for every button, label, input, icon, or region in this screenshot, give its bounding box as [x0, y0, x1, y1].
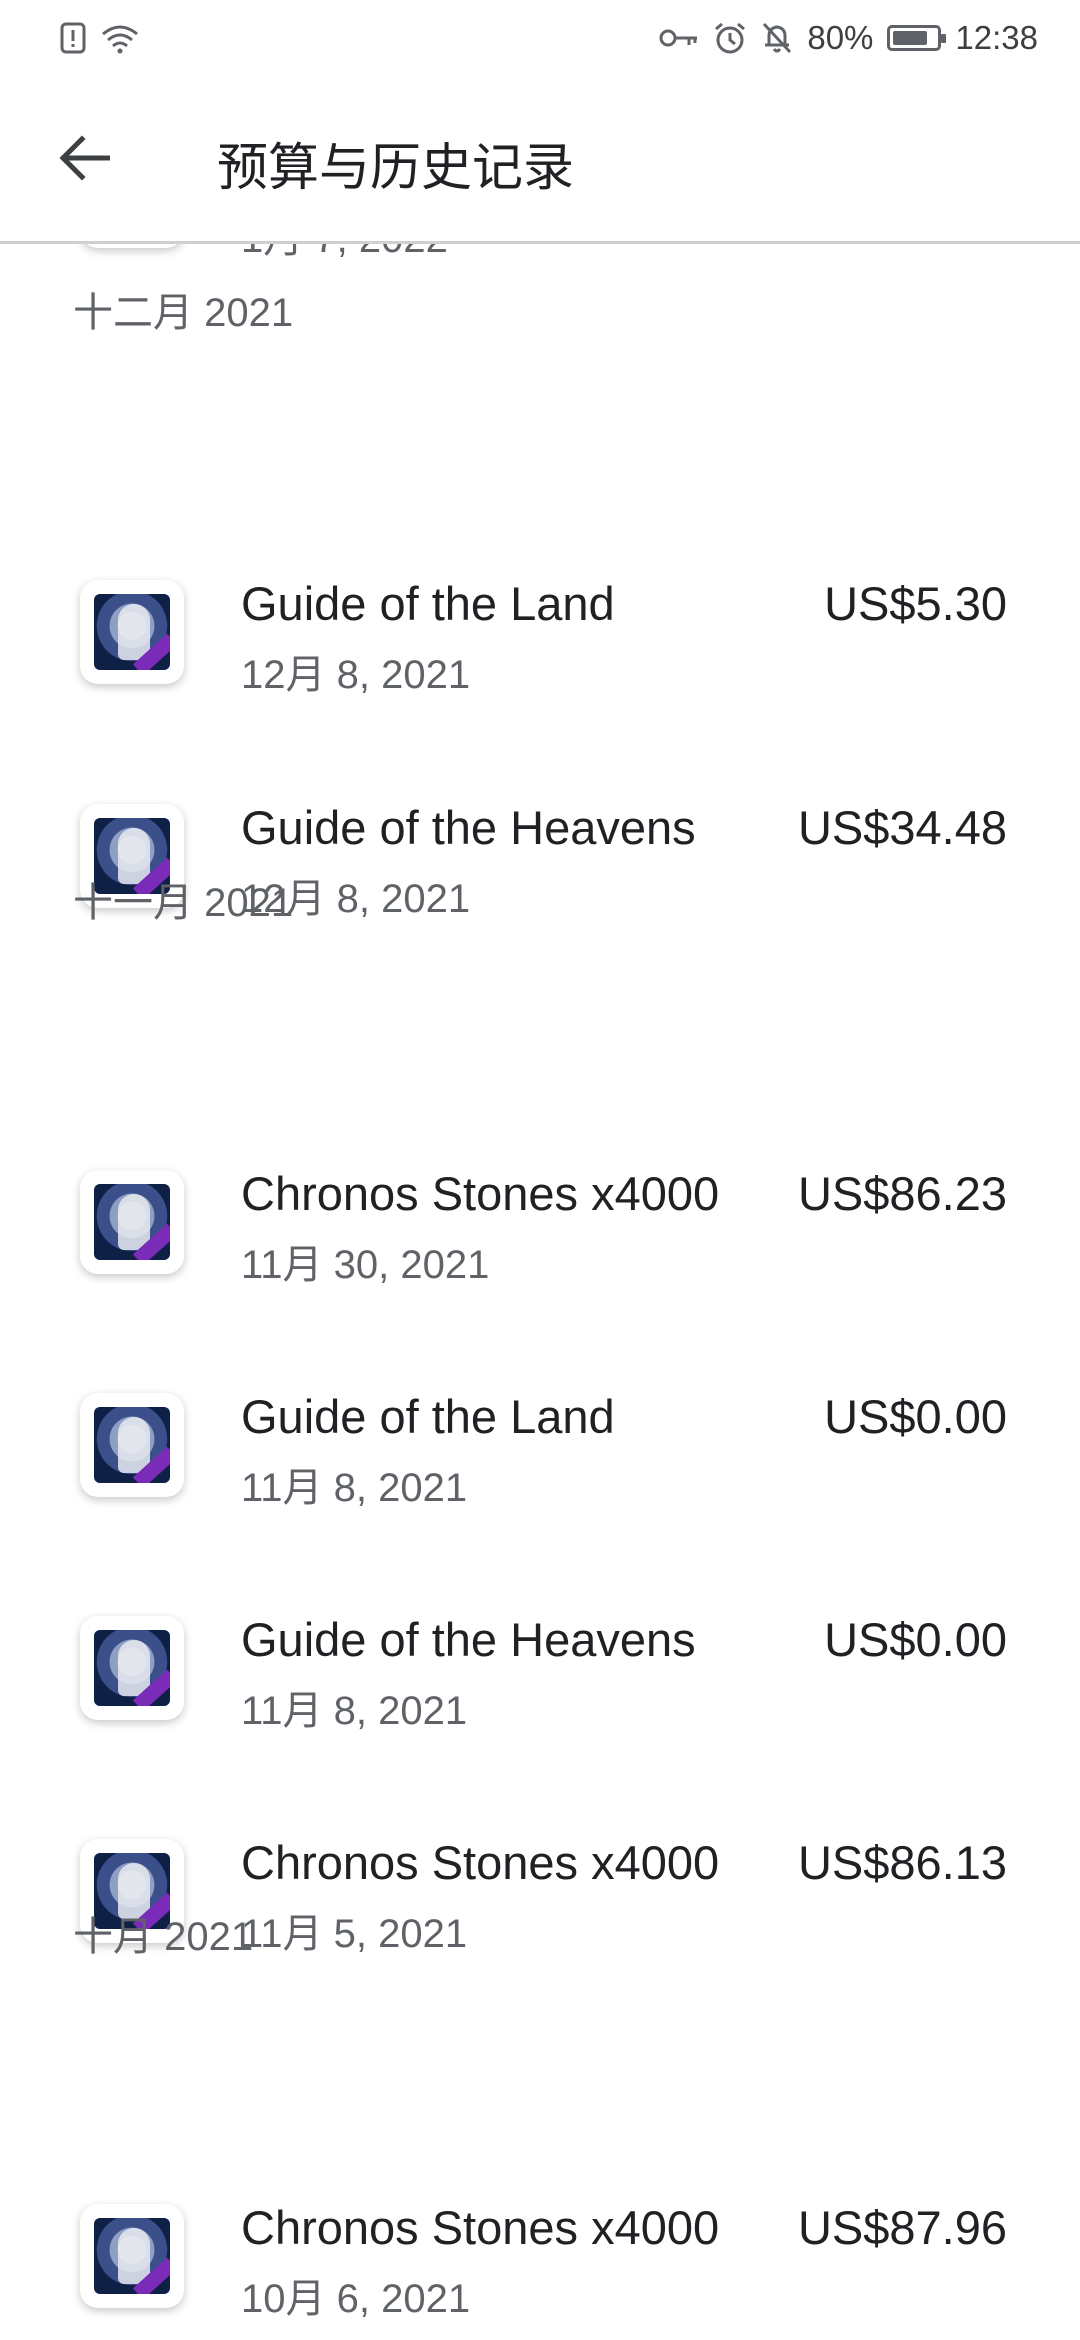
back-button[interactable]	[52, 128, 116, 192]
app-icon	[80, 244, 184, 248]
item-date: 12月 8, 2021	[241, 653, 471, 697]
status-bar: 80% 12:38	[0, 0, 1080, 76]
list-item[interactable]: Guide of the Land 11月 8, 2021 US$0.00	[0, 1373, 1080, 1533]
app-icon	[80, 1393, 184, 1497]
item-name: Chronos Stones x4000	[241, 1167, 720, 1220]
list-item[interactable]: Chronos Stones x4000 11月 30, 2021 US$86.…	[0, 1150, 1080, 1310]
arrow-back-icon	[58, 134, 111, 186]
list-item[interactable]: Guide of the Heavens 11月 8, 2021 US$0.00	[0, 1596, 1080, 1756]
item-name: Guide of the Land	[241, 577, 615, 630]
item-date: 10月 6, 2021	[241, 2277, 471, 2321]
item-price: US$5.30	[824, 577, 1007, 630]
item-date: 11月 5, 2021	[241, 1912, 468, 1956]
bell-off-icon	[761, 21, 793, 55]
app-icon	[80, 1616, 184, 1720]
list-item[interactable]: Chronos Stones x4000 10月 6, 2021 US$87.9…	[0, 2184, 1080, 2340]
item-name: Chronos Stones x4000	[241, 2201, 720, 2254]
item-name: Guide of the Heavens	[241, 801, 696, 854]
section-header-dec-2021: 十二月 2021	[73, 291, 294, 335]
item-price: US$86.13	[797, 1836, 1007, 1889]
alert-icon	[60, 22, 86, 54]
item-date: 11月 8, 2021	[241, 1466, 468, 1510]
clock: 12:38	[955, 19, 1038, 56]
app-icon	[80, 1170, 184, 1274]
item-date: 1月 7, 2022	[241, 244, 448, 264]
item-price: US$87.96	[797, 2201, 1007, 2254]
app-icon	[80, 580, 184, 684]
battery-icon	[887, 25, 947, 51]
app-bar: 预算与历史记录	[0, 76, 1080, 244]
item-price: US$34.48	[797, 801, 1007, 854]
purchase-history-list[interactable]: 1月 7, 2022 十二月 2021 Guide of the Land 12…	[0, 244, 1080, 2340]
item-date: 11月 8, 2021	[241, 1689, 468, 1733]
list-item[interactable]: 1月 7, 2022	[0, 244, 1080, 284]
item-name: Chronos Stones x4000	[241, 1836, 720, 1889]
section-header-nov-2021: 十一月 2021	[73, 881, 294, 925]
list-item[interactable]: Guide of the Land 12月 8, 2021 US$5.30	[0, 560, 1080, 720]
item-date: 11月 30, 2021	[241, 1243, 490, 1287]
app-icon	[80, 2204, 184, 2308]
wifi-icon	[100, 22, 140, 54]
alarm-icon	[713, 21, 747, 55]
page-title: 预算与历史记录	[217, 139, 575, 196]
battery-percent: 80%	[807, 19, 874, 56]
item-price: US$0.00	[824, 1390, 1007, 1443]
key-icon	[659, 26, 699, 50]
item-name: Guide of the Land	[241, 1390, 615, 1443]
item-price: US$0.00	[824, 1613, 1007, 1666]
item-price: US$86.23	[797, 1167, 1007, 1220]
section-header-oct-2021: 十月 2021	[73, 1915, 254, 1959]
item-name: Guide of the Heavens	[241, 1613, 696, 1666]
